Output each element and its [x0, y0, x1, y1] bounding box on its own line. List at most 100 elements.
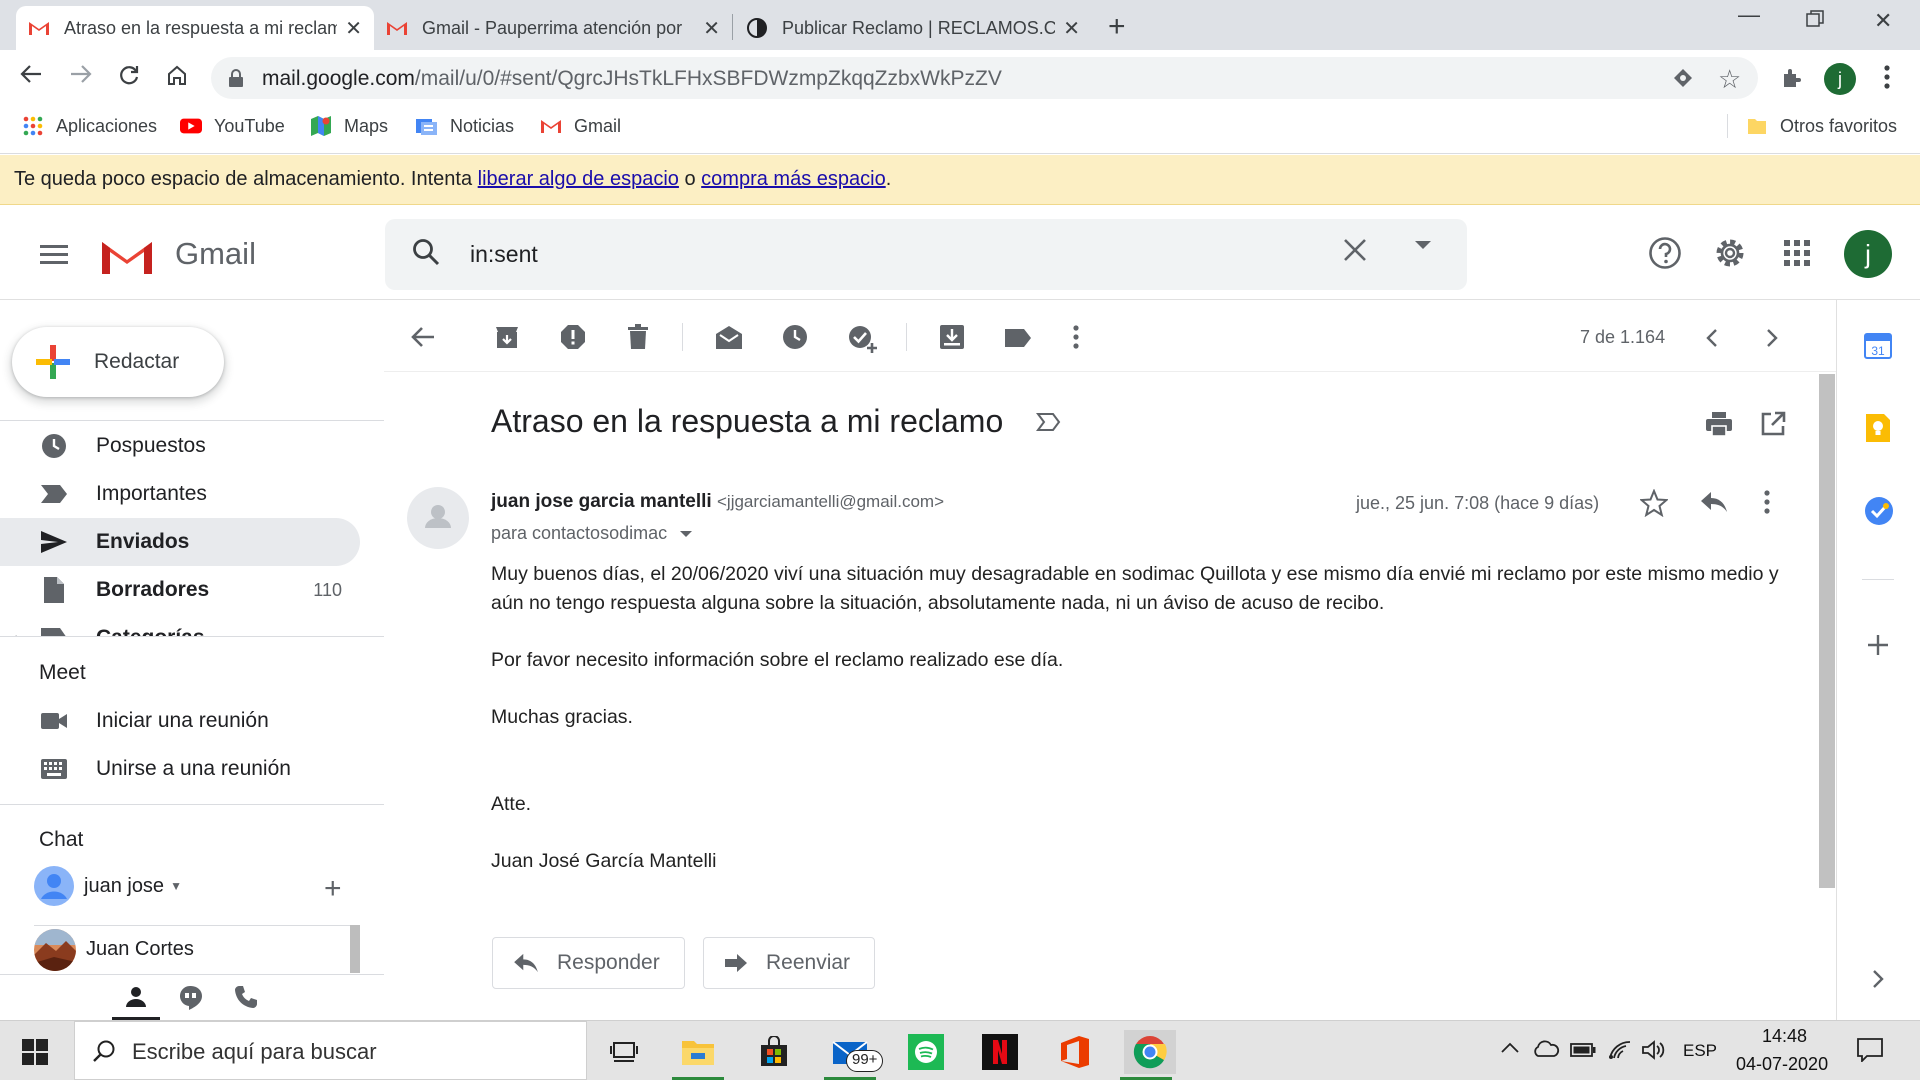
back-to-list-icon[interactable] [411, 326, 435, 348]
tab-close-icon[interactable]: ✕ [703, 16, 720, 41]
windows-start-icon[interactable] [22, 1039, 48, 1065]
move-to-icon[interactable] [939, 324, 965, 350]
reply-button[interactable]: Responder [492, 937, 685, 989]
wifi-icon[interactable] [1608, 1040, 1632, 1060]
newer-chevron-left-icon[interactable] [1706, 328, 1718, 348]
importance-marker-icon[interactable] [1036, 412, 1062, 432]
open-new-window-icon[interactable] [1760, 411, 1786, 437]
star-icon[interactable] [1640, 489, 1668, 517]
input-language[interactable]: ESP [1683, 1041, 1717, 1061]
back-icon[interactable] [20, 64, 42, 84]
bookmark-news[interactable]: Noticias [416, 114, 514, 138]
labels-icon[interactable] [1004, 328, 1032, 348]
snooze-clock-icon[interactable] [782, 324, 808, 350]
nav-item-categories[interactable]: ▸ Categorías [0, 614, 360, 636]
phone-tab-icon[interactable] [234, 985, 258, 1009]
minimize-icon[interactable]: — [1738, 2, 1760, 28]
keep-icon[interactable] [1864, 413, 1892, 443]
message-more-icon[interactable] [1764, 489, 1770, 515]
bookmark-gmail[interactable]: Gmail [540, 114, 621, 138]
free-space-link[interactable]: liberar algo de espacio [478, 168, 679, 191]
nav-item-sent[interactable]: Enviados [0, 518, 360, 566]
reload-icon[interactable] [118, 64, 140, 86]
sender-avatar[interactable] [407, 487, 469, 549]
system-clock-time[interactable]: 14:48 [1762, 1026, 1807, 1047]
close-window-icon[interactable]: ✕ [1874, 8, 1892, 34]
profile-avatar[interactable]: j [1824, 63, 1856, 95]
bookmark-apps[interactable]: Aplicaciones [22, 114, 157, 138]
clear-search-icon[interactable] [1342, 237, 1368, 263]
microsoft-store-icon[interactable] [752, 1030, 796, 1074]
browser-tab[interactable]: Gmail - Pauperrima atención por ✕ [374, 6, 732, 50]
mail-search-box[interactable] [385, 219, 1467, 290]
add-to-tasks-icon[interactable] [848, 324, 878, 354]
browser-menu-icon[interactable] [1884, 64, 1890, 90]
report-spam-icon[interactable] [560, 324, 586, 350]
office-icon[interactable] [1053, 1030, 1097, 1074]
search-icon[interactable] [411, 237, 441, 267]
browser-tab[interactable]: Publicar Reclamo | RECLAMOS.CL ✕ [734, 6, 1092, 50]
system-clock-date[interactable]: 04-07-2020 [1736, 1054, 1828, 1075]
search-input[interactable]: in:sent [470, 241, 538, 268]
spotify-icon[interactable] [904, 1030, 948, 1074]
notification-center-icon[interactable] [1857, 1038, 1883, 1062]
bookmark-maps[interactable]: Maps [310, 114, 388, 138]
sender-name[interactable]: juan jose garcia mantelli [491, 491, 712, 512]
delete-trash-icon[interactable] [627, 324, 649, 350]
help-icon[interactable] [1648, 236, 1682, 270]
chat-contact[interactable]: Juan Cortes [34, 925, 350, 973]
calendar-icon[interactable]: 31 [1864, 331, 1892, 359]
contacts-scrollbar[interactable] [350, 925, 360, 973]
compose-button[interactable]: Redactar [12, 327, 224, 397]
settings-gear-icon[interactable] [1713, 236, 1747, 270]
nav-item-snoozed[interactable]: Pospuestos [0, 422, 360, 470]
gmail-brand[interactable]: Gmail [175, 236, 256, 272]
expand-panel-chevron-icon[interactable] [1872, 969, 1884, 989]
forward-icon[interactable] [70, 64, 92, 84]
gmail-logo-icon[interactable] [98, 234, 156, 278]
buy-storage-link[interactable]: compra más espacio [701, 168, 886, 191]
chat-user-status[interactable]: juan jose ▼ [34, 866, 182, 906]
bookmark-youtube[interactable]: YouTube [180, 114, 285, 138]
recipient-line[interactable]: para contactosodimac [491, 523, 693, 544]
main-menu-icon[interactable] [40, 244, 68, 264]
new-tab-button[interactable]: + [1108, 10, 1126, 44]
meet-join-meeting[interactable]: Unirse a una reunión [0, 745, 360, 793]
show-hidden-icons-chevron-icon[interactable] [1500, 1042, 1520, 1054]
contacts-tab-person-icon[interactable] [124, 985, 148, 1009]
nav-item-drafts[interactable]: Borradores 110 [0, 566, 360, 614]
task-view-icon[interactable] [602, 1030, 646, 1074]
print-icon[interactable] [1705, 411, 1733, 437]
lock-icon[interactable] [228, 68, 244, 88]
get-addons-plus-icon[interactable] [1867, 634, 1889, 656]
hangouts-tab-icon[interactable] [179, 985, 203, 1011]
tab-close-icon[interactable]: ✕ [345, 16, 362, 41]
tasks-icon[interactable] [1864, 496, 1894, 526]
message-scrollbar[interactable] [1819, 374, 1835, 888]
reply-icon[interactable] [1700, 491, 1728, 513]
new-chat-add-icon[interactable]: + [324, 872, 342, 906]
browser-tab-active[interactable]: Atraso en la respuesta a mi reclamo ✕ [16, 6, 374, 50]
restore-icon[interactable] [1806, 10, 1824, 28]
bookmark-star-icon[interactable]: ☆ [1718, 64, 1741, 95]
chrome-icon[interactable] [1120, 1030, 1176, 1080]
file-explorer-icon[interactable] [672, 1030, 724, 1080]
url-text[interactable]: mail.google.com/mail/u/0/#sent/QgrcJHsTk… [262, 67, 1002, 91]
google-apps-icon[interactable] [1784, 240, 1810, 266]
archive-icon[interactable] [494, 324, 520, 350]
forward-button[interactable]: Reenviar [703, 937, 876, 989]
home-icon[interactable] [166, 64, 188, 86]
search-options-icon[interactable] [1414, 240, 1432, 250]
volume-icon[interactable] [1642, 1040, 1666, 1060]
mark-unread-icon[interactable] [715, 324, 743, 350]
meet-start-meeting[interactable]: Iniciar una reunión [0, 697, 360, 745]
account-avatar[interactable]: j [1844, 230, 1892, 278]
older-chevron-right-icon[interactable] [1766, 328, 1778, 348]
tab-close-icon[interactable]: ✕ [1063, 16, 1080, 41]
show-details-chevron-icon[interactable] [679, 530, 693, 538]
bookmark-other[interactable]: Otros favoritos [1746, 114, 1897, 138]
battery-icon[interactable] [1570, 1042, 1596, 1058]
more-options-icon[interactable] [1073, 324, 1079, 350]
netflix-icon[interactable] [978, 1030, 1022, 1074]
nav-item-important[interactable]: Importantes [0, 470, 360, 518]
